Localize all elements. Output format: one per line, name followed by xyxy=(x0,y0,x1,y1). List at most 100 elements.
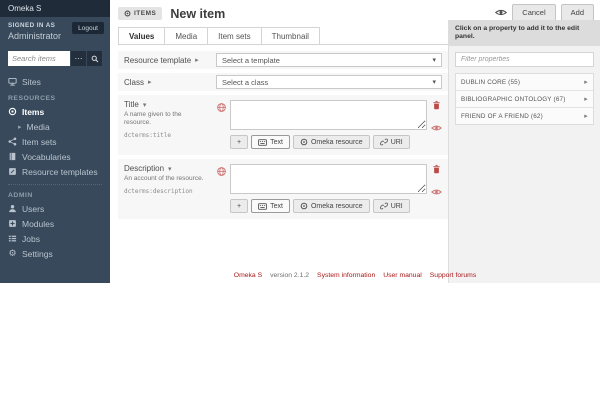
book-icon xyxy=(8,152,17,161)
class-row: Class ▸ Select a class ▾ xyxy=(118,73,448,91)
title-values: + Text Omeka resource URI xyxy=(216,100,442,149)
module-icon xyxy=(8,219,17,228)
omeka-link[interactable]: Omeka S xyxy=(234,272,262,279)
sidebar-item-jobs[interactable]: Jobs xyxy=(0,231,110,246)
vocab-label: DUBLIN CORE (55) xyxy=(461,78,521,86)
add-button[interactable]: Add xyxy=(560,4,594,21)
monitor-icon xyxy=(8,77,17,86)
property-label[interactable]: Description ▾ xyxy=(124,164,210,173)
search-input[interactable] xyxy=(8,51,70,66)
preview-eye-icon[interactable] xyxy=(495,8,508,17)
sidebar-item-label: Settings xyxy=(22,248,53,259)
link-icon xyxy=(379,138,388,146)
user-manual-link[interactable]: User manual xyxy=(383,272,422,279)
system-information-link[interactable]: System information xyxy=(317,272,375,279)
sidebar-item-label: Sites xyxy=(22,76,41,87)
items-icon xyxy=(124,10,131,17)
user-panel: SIGNED IN AS Administrator Logout xyxy=(0,17,110,47)
property-term: dcterms:title xyxy=(124,132,171,140)
sidebar-search: ⋯ xyxy=(8,51,102,66)
uri-button[interactable]: URI xyxy=(372,199,410,213)
app-logo[interactable]: Omeka S xyxy=(0,0,110,17)
title-value-input[interactable] xyxy=(230,100,427,130)
keyboard-icon xyxy=(258,138,267,146)
title-field-meta: Title ▾ A name given to the resource. dc… xyxy=(124,100,216,149)
sidebar-item-label: Media xyxy=(26,121,50,132)
edit-template-icon xyxy=(8,167,17,176)
page-title: New item xyxy=(170,6,226,21)
sidebar-item-users[interactable]: Users xyxy=(0,201,110,216)
filter-properties-input[interactable] xyxy=(455,52,594,68)
caret-right-icon: ▸ xyxy=(584,78,588,87)
select-value: Select a class xyxy=(222,77,269,87)
tab-media[interactable]: Media xyxy=(165,27,209,44)
version-label: version 2.1.2 xyxy=(270,272,310,279)
search-submit-button[interactable] xyxy=(87,51,102,66)
sidebar-item-resource-templates[interactable]: Resource templates xyxy=(0,164,110,179)
description-values: + Text Omeka resource URI xyxy=(216,164,442,213)
item-form: Resource template ▸ Select a template ▾ … xyxy=(118,51,448,219)
sidebar-item-settings[interactable]: ⚙ Settings xyxy=(0,246,110,261)
admin-section-header: ADMIN xyxy=(8,192,33,199)
sidebar-item-label: Vocabularies xyxy=(22,151,71,162)
sidebar-item-sites[interactable]: Sites xyxy=(0,74,110,89)
value-side-actions xyxy=(430,164,442,196)
sidebar-item-label: Items xyxy=(22,106,45,117)
caret-down-icon: ▾ xyxy=(432,56,436,64)
sidebar-item-label: Jobs xyxy=(22,233,40,244)
text-value-button[interactable]: Text xyxy=(251,135,290,149)
badge-label: ITEMS xyxy=(134,10,157,17)
omeka-resource-button[interactable]: Omeka resource xyxy=(292,199,370,213)
sidebar-item-label: Users xyxy=(22,203,45,214)
sidebar-item-media[interactable]: ▸ Media xyxy=(0,119,110,134)
class-select[interactable]: Select a class ▾ xyxy=(216,75,442,89)
cancel-button[interactable]: Cancel xyxy=(512,4,556,21)
tab-values[interactable]: Values xyxy=(118,27,166,44)
tab-thumbnail[interactable]: Thumbnail xyxy=(261,27,320,44)
tab-item-sets[interactable]: Item sets xyxy=(208,27,262,44)
caret-down-icon: ▾ xyxy=(432,78,436,86)
add-value-button[interactable]: + xyxy=(230,135,249,149)
language-globe-icon[interactable] xyxy=(216,166,227,177)
caret-right-icon: ▸ xyxy=(584,95,588,104)
resource-template-select[interactable]: Select a template ▾ xyxy=(216,53,442,67)
vocabulary-list: DUBLIN CORE (55) ▸ BIBLIOGRAPHIC ONTOLOG… xyxy=(455,73,594,126)
vocab-friend-of-a-friend[interactable]: FRIEND OF A FRIEND (62) ▸ xyxy=(456,108,593,124)
value-side-actions xyxy=(430,100,442,132)
caret-right-icon: ▸ xyxy=(148,78,152,86)
trash-icon[interactable] xyxy=(432,164,441,174)
sidebar-item-items[interactable]: Items xyxy=(0,104,110,119)
sidebar-nav: Sites RESOURCES Items ▸ Media Item sets … xyxy=(0,74,110,261)
search-icon xyxy=(91,55,99,63)
resource-template-label: Resource template ▸ xyxy=(124,55,199,65)
text-value-button[interactable]: Text xyxy=(251,199,290,213)
vocab-dublin-core[interactable]: DUBLIN CORE (55) ▸ xyxy=(456,74,593,92)
sidebar-item-item-sets[interactable]: Item sets xyxy=(0,134,110,149)
trash-icon[interactable] xyxy=(432,100,441,110)
ellipsis-icon: ⋯ xyxy=(74,54,83,63)
visibility-eye-icon[interactable] xyxy=(430,188,442,196)
add-value-button[interactable]: + xyxy=(230,199,249,213)
description-field-meta: Description ▾ An account of the resource… xyxy=(124,164,216,213)
vocab-bibliographic-ontology[interactable]: BIBLIOGRAPHIC ONTOLOGY (67) ▸ xyxy=(456,91,593,109)
properties-panel: Click on a property to add it to the edi… xyxy=(448,20,600,283)
tasks-icon xyxy=(8,234,17,243)
caret-right-icon: ▸ xyxy=(18,122,22,131)
uri-button[interactable]: URI xyxy=(372,135,410,149)
sidebar-item-modules[interactable]: Modules xyxy=(0,216,110,231)
property-term: dcterms:description xyxy=(124,188,193,196)
description-value-input[interactable] xyxy=(230,164,427,194)
property-label[interactable]: Title ▾ xyxy=(124,100,210,109)
visibility-eye-icon[interactable] xyxy=(430,124,442,132)
search-options-button[interactable]: ⋯ xyxy=(71,51,86,66)
items-breadcrumb-badge[interactable]: ITEMS xyxy=(118,7,163,20)
property-comment: A name given to the resource. xyxy=(124,111,182,127)
logout-button[interactable]: Logout xyxy=(72,22,104,34)
omeka-resource-button[interactable]: Omeka resource xyxy=(292,135,370,149)
language-globe-icon[interactable] xyxy=(216,102,227,113)
vocab-label: FRIEND OF A FRIEND (62) xyxy=(461,112,543,120)
sidebar-item-vocabularies[interactable]: Vocabularies xyxy=(0,149,110,164)
link-icon xyxy=(379,202,388,210)
caret-right-icon: ▸ xyxy=(195,56,199,64)
support-forums-link[interactable]: Support forums xyxy=(430,272,476,279)
